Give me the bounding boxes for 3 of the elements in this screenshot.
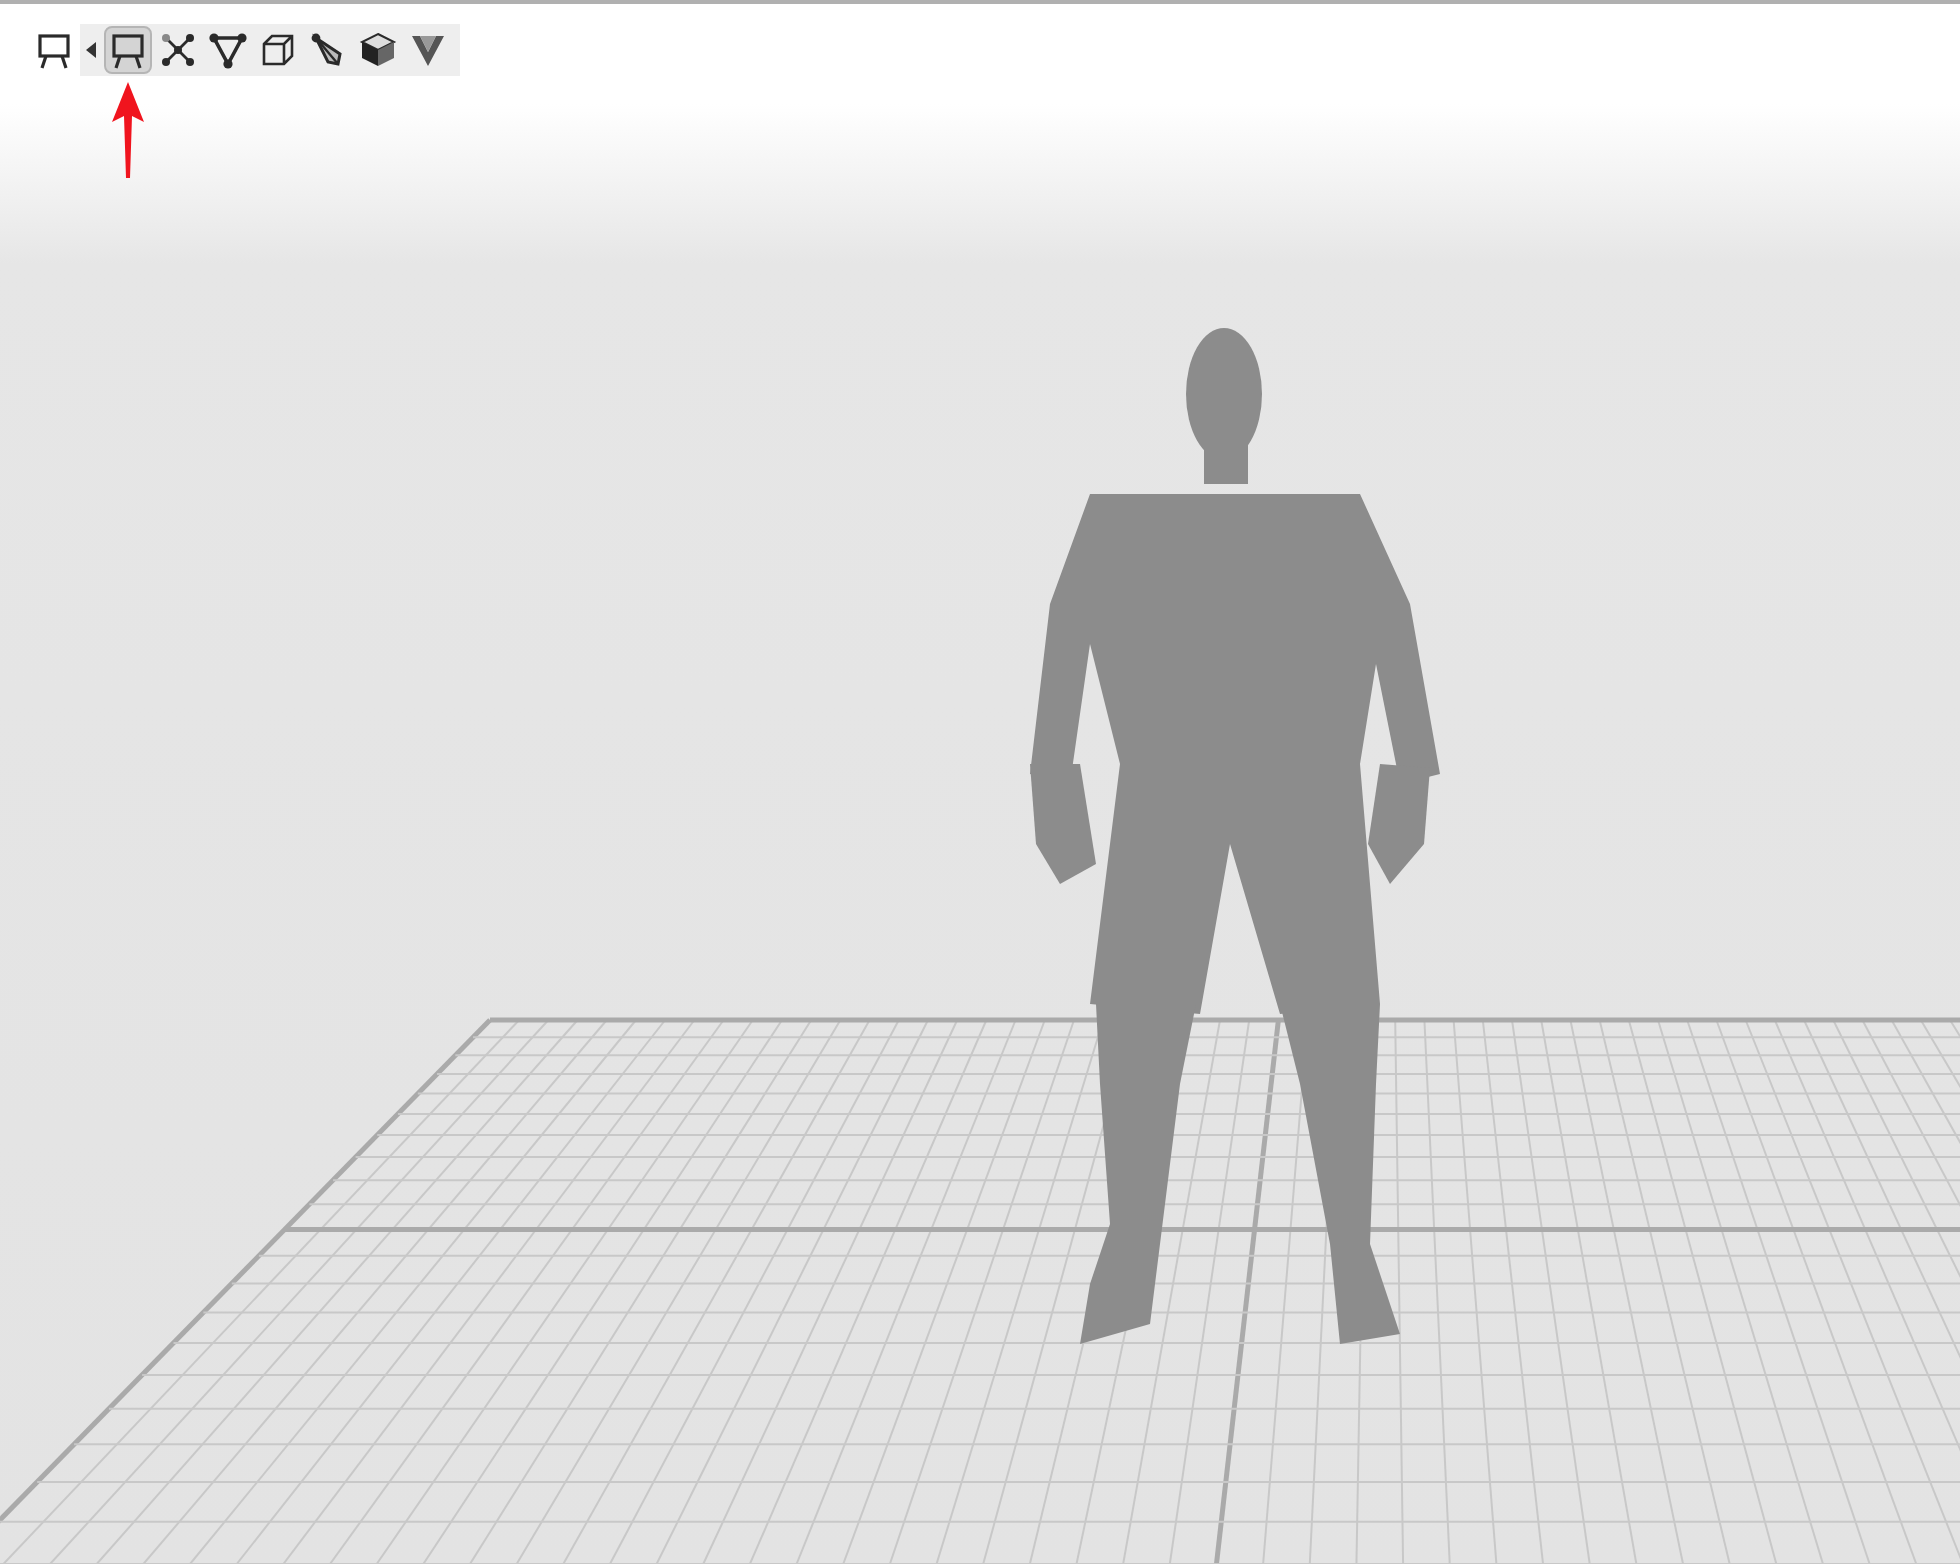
caret-icon[interactable] [86, 42, 98, 58]
easel-icon[interactable] [34, 30, 74, 70]
toolbar-button[interactable] [104, 26, 152, 74]
